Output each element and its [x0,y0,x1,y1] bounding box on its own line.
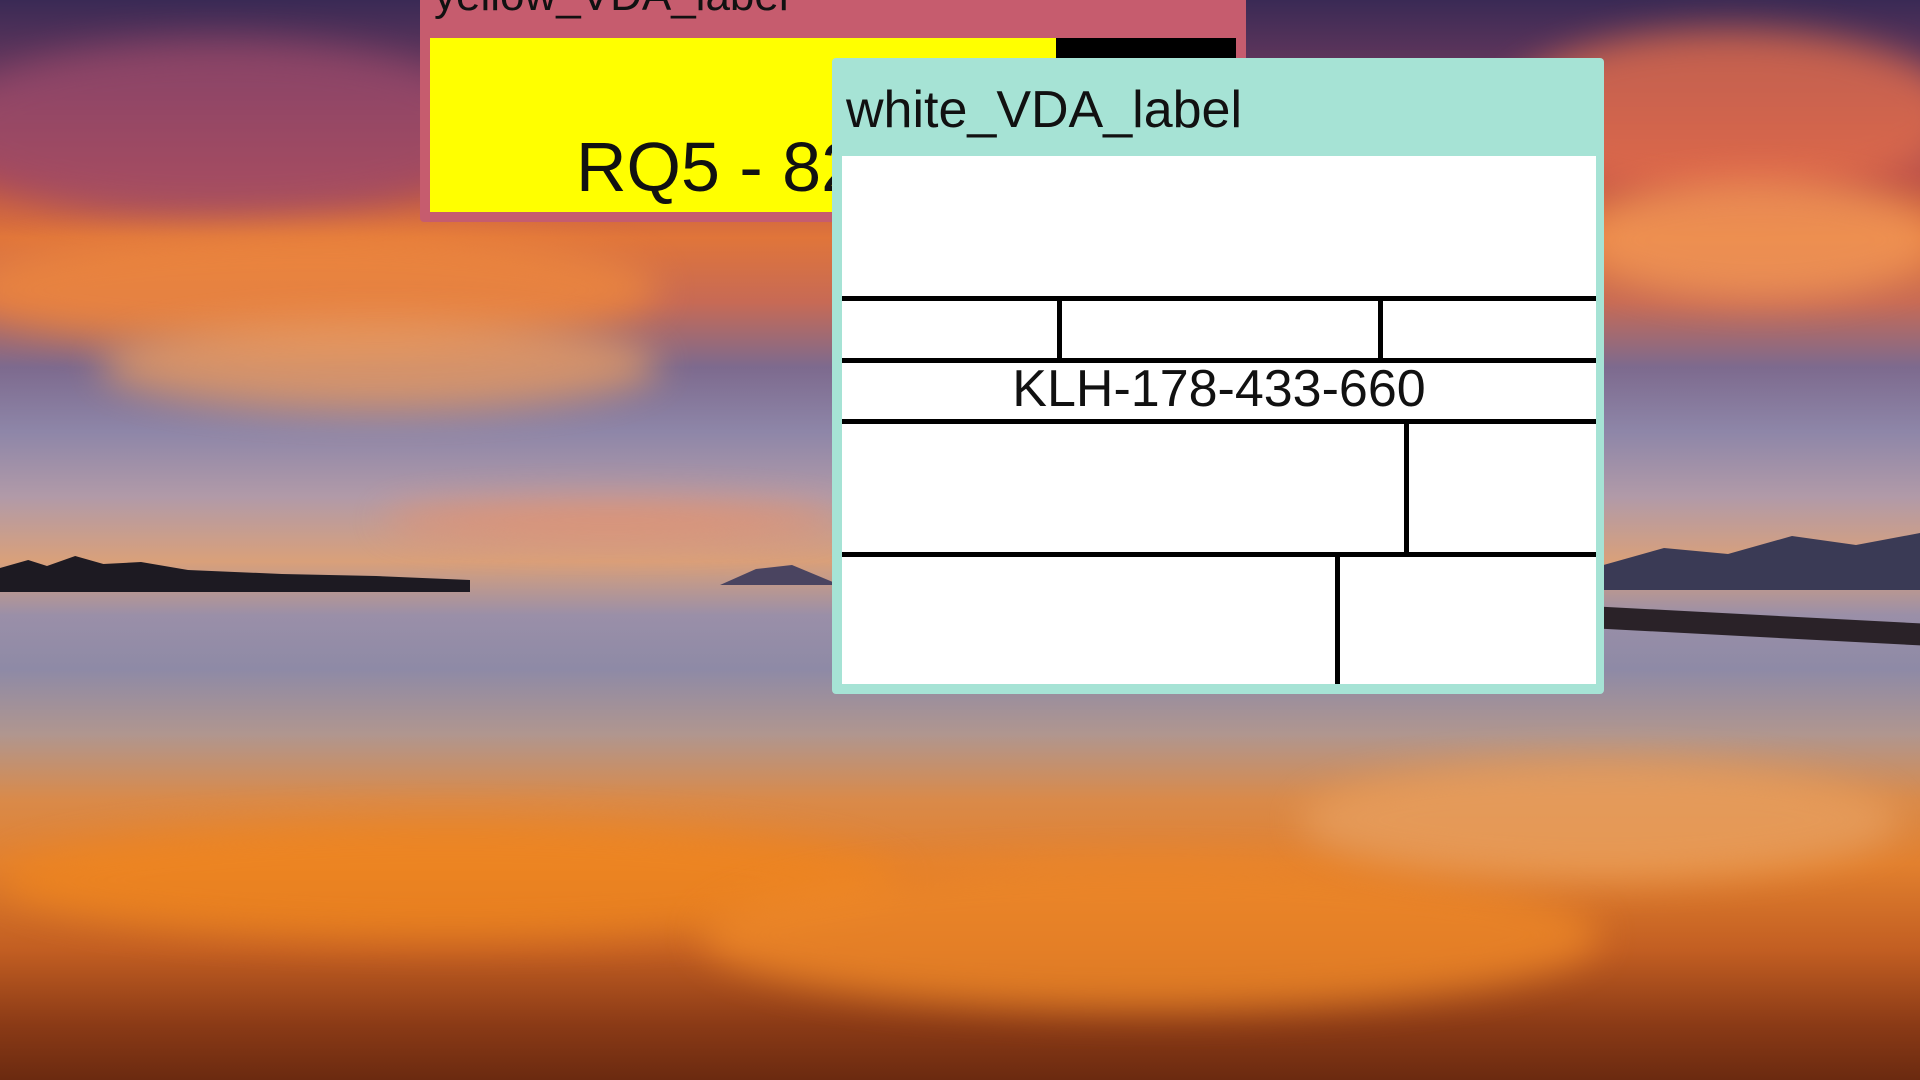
window-title: yellow_VDA_label [434,0,789,22]
divider [1057,296,1062,358]
cloud [1300,760,1900,880]
pier [1600,606,1920,646]
cloud [1580,180,1920,300]
treeline [0,556,470,592]
distant-mountain [720,565,840,585]
black-bar [1056,38,1236,58]
cloud [700,860,1600,1010]
divider [1378,296,1383,358]
divider [842,552,1596,557]
cloud [100,320,660,410]
cloud [380,500,840,540]
label-code: KLH-178-433-660 [1012,360,1426,418]
divider [842,419,1596,424]
divider [1404,419,1409,552]
label-text: RQ5 - 82 [576,128,860,206]
distant-hills [1600,533,1920,590]
divider [842,296,1596,301]
label-content: KLH-178-433-660 [842,156,1596,684]
divider [1335,552,1340,684]
white-label-window[interactable]: white_VDA_label KLH-178-433-660 [832,58,1604,694]
window-title: white_VDA_label [846,81,1243,139]
